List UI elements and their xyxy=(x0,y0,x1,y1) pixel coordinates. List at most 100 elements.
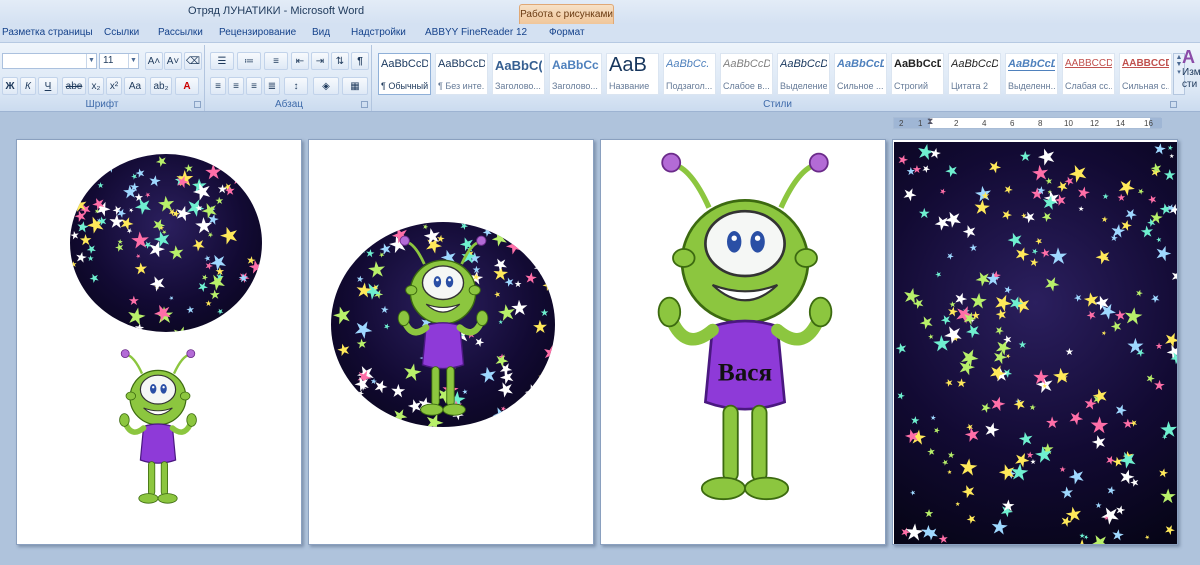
styles-group-label: Стили xyxy=(763,99,792,110)
style-subtle-reference[interactable]: AABBCCDE Слабая сс... xyxy=(1062,53,1115,95)
bullets-icon[interactable]: ☰ xyxy=(210,52,234,70)
page-3: Вася xyxy=(600,139,886,545)
style-intense-quote[interactable]: AaBbCcDt Выделенн... xyxy=(1005,53,1058,95)
star-icon: ★ xyxy=(1064,346,1075,359)
star-icon: ★ xyxy=(1163,167,1177,184)
strikethrough-button[interactable]: abe xyxy=(62,77,86,95)
font-name-combo[interactable]: ▼ xyxy=(2,53,97,69)
line-spacing-icon[interactable]: ↕ xyxy=(284,77,308,95)
tab-references[interactable]: Ссылки xyxy=(104,27,139,38)
alien-image-small[interactable] xyxy=(110,348,206,508)
underline-button[interactable]: Ч xyxy=(38,77,58,95)
picture-tools-context-tab: Работа с рисунками xyxy=(519,4,614,24)
style-heading-2[interactable]: AaBbCc Заголово... xyxy=(549,53,602,95)
style-no-spacing[interactable]: AaBbCcDc ¶ Без инте... xyxy=(435,53,488,95)
indent-marker-icon[interactable]: ⧗ xyxy=(927,116,933,127)
title-bar: Отряд ЛУНАТИКИ - Microsoft Word Работа с… xyxy=(0,0,1200,24)
star-icon: ★ xyxy=(937,531,950,544)
style-strong[interactable]: AaBbCcDt Строгий xyxy=(891,53,944,95)
shading-icon[interactable]: ◈ xyxy=(313,77,339,95)
subscript-button[interactable]: x₂ xyxy=(88,77,104,95)
tab-mailings[interactable]: Рассылки xyxy=(158,27,203,38)
bold-button[interactable]: Ж xyxy=(2,77,18,95)
star-icon: ★ xyxy=(204,298,213,309)
star-icon: ★ xyxy=(71,155,94,183)
style-normal[interactable]: AaBbCcDc ¶ Обычный xyxy=(378,53,431,95)
star-icon: ★ xyxy=(1104,484,1118,498)
style-heading-1[interactable]: AaBbC( Заголово... xyxy=(492,53,545,95)
align-right-icon[interactable]: ≡ xyxy=(246,77,262,95)
star-icon: ★ xyxy=(331,299,356,331)
star-icon: ★ xyxy=(1168,153,1175,161)
star-icon: ★ xyxy=(215,219,243,251)
dialog-launcher-icon[interactable] xyxy=(194,101,201,108)
star-icon: ★ xyxy=(1100,330,1107,338)
star-icon: ★ xyxy=(332,253,347,271)
alien-image-in-circle[interactable] xyxy=(387,230,499,425)
tab-page-layout[interactable]: Разметка страницы xyxy=(2,27,93,38)
star-icon: ★ xyxy=(926,446,937,459)
clear-format-icon[interactable]: ⌫ xyxy=(184,52,202,70)
tab-format[interactable]: Формат xyxy=(549,27,585,38)
change-case-button[interactable]: Aa xyxy=(124,77,146,95)
ruler-tick: 2 xyxy=(954,119,959,128)
star-icon: ★ xyxy=(1101,191,1110,202)
star-icon: ★ xyxy=(998,205,1016,224)
dialog-launcher-icon[interactable] xyxy=(361,101,368,108)
italic-button[interactable]: К xyxy=(20,77,36,95)
star-icon: ★ xyxy=(1000,497,1016,516)
change-styles-button[interactable]: A Изм сти xyxy=(1182,47,1200,107)
star-icon: ★ xyxy=(1057,511,1076,531)
show-marks-icon[interactable]: ¶ xyxy=(351,52,369,70)
decrease-indent-icon[interactable]: ⇤ xyxy=(291,52,309,70)
star-background-image[interactable]: ★ ★ ★ ★ ★ ★ ★ ★ ★ ★ ★ ★ ★ ★ ★ ★ ★ ★ ★ ★ ★ ★ ★ ★ ★ ★ ★ ★ ★ ★ ★ ★ ★ ★ ★ ★ ★ ★ ★ ★… xyxy=(894,142,1177,544)
star-icon: ★ xyxy=(1167,266,1177,287)
star-icon: ★ xyxy=(1166,144,1174,153)
style-subtitle[interactable]: AaBbCc. Подзагол... xyxy=(663,53,716,95)
highlight-button[interactable]: ab₂ xyxy=(150,77,172,95)
chevron-down-icon[interactable]: ▼ xyxy=(86,54,96,68)
tab-addins[interactable]: Надстройки xyxy=(351,27,406,38)
align-center-icon[interactable]: ≡ xyxy=(228,77,244,95)
chevron-down-icon[interactable]: ▼ xyxy=(128,54,138,68)
star-icon: ★ xyxy=(1143,534,1152,542)
star-icon: ★ xyxy=(902,518,926,544)
font-color-button[interactable]: A xyxy=(175,77,199,95)
grow-font-button[interactable]: A˄ xyxy=(145,52,163,70)
borders-icon[interactable]: ▦ xyxy=(342,77,368,95)
star-icon: ★ xyxy=(369,376,378,387)
numbering-icon[interactable]: ≔ xyxy=(237,52,261,70)
dialog-launcher-icon[interactable] xyxy=(1170,101,1177,108)
shrink-font-button[interactable]: A˅ xyxy=(164,52,182,70)
sort-icon[interactable]: ⇅ xyxy=(331,52,349,70)
increase-indent-icon[interactable]: ⇥ xyxy=(311,52,329,70)
style-emphasis[interactable]: AaBbCcDt Выделение xyxy=(777,53,830,95)
star-icon: ★ xyxy=(954,501,961,509)
star-icon: ★ xyxy=(1035,184,1047,198)
font-size-combo[interactable]: 11 ▼ xyxy=(99,53,139,69)
star-icon: ★ xyxy=(943,376,956,391)
align-left-icon[interactable]: ≡ xyxy=(210,77,226,95)
style-quote-2[interactable]: AaBbCcDt Цитата 2 xyxy=(948,53,1001,95)
star-icon: ★ xyxy=(123,301,150,331)
font-group-label: Шрифт xyxy=(85,99,119,110)
tab-abbyy[interactable]: ABBYY FineReader 12 xyxy=(425,27,527,38)
superscript-button[interactable]: x² xyxy=(106,77,122,95)
style-intense-emphasis[interactable]: AaBbCcDt Сильное ... xyxy=(834,53,887,95)
tab-view[interactable]: Вид xyxy=(312,27,330,38)
star-icon: ★ xyxy=(1028,402,1037,413)
style-intense-reference[interactable]: AABBCCDE Сильная с... xyxy=(1119,53,1172,95)
tab-review[interactable]: Рецензирование xyxy=(219,27,296,38)
alien-image-large[interactable]: Вася xyxy=(637,150,853,510)
style-subtle-emphasis[interactable]: AaBbCcDt Слабое в... xyxy=(720,53,773,95)
star-icon: ★ xyxy=(240,297,262,327)
multilevel-list-icon[interactable]: ≡ xyxy=(264,52,288,70)
star-icon: ★ xyxy=(970,309,982,323)
star-icon: ★ xyxy=(128,179,141,195)
star-icon: ★ xyxy=(1031,366,1051,390)
style-title[interactable]: AaB Название xyxy=(606,53,659,95)
star-circle-image[interactable]: ★ ★ ★ ★ ★ ★ ★ ★ ★ ★ ★ ★ ★ ★ ★ ★ ★ ★ ★ ★ ★ ★ ★ ★ ★ ★ ★ ★ ★ ★ ★ ★ ★ ★ ★ ★ ★ ★ ★ ★… xyxy=(70,154,262,332)
styles-group: AaBbCcDc ¶ Обычный AaBbCcDc ¶ Без инте..… xyxy=(375,45,1185,111)
justify-icon[interactable]: ≣ xyxy=(264,77,280,95)
horizontal-ruler[interactable]: 2 1 2 4 6 8 10 12 14 16 ⧗ xyxy=(893,116,1162,129)
